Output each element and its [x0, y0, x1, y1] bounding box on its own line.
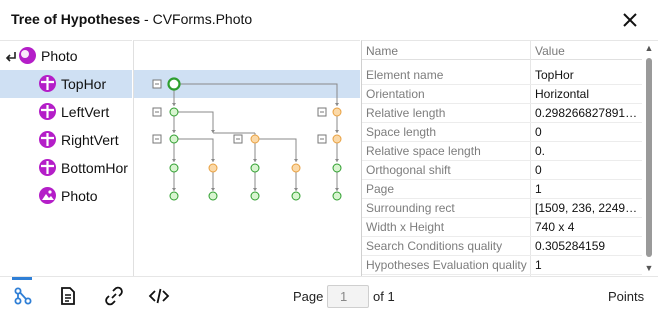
title-bar: Tree of Hypotheses - CVForms.Photo [0, 0, 658, 40]
scrollbar-thumb[interactable] [646, 58, 652, 257]
page-label: Page [293, 289, 324, 304]
property-value[interactable]: [1509, 236, 2249, 2... [535, 201, 639, 215]
photo-root-icon [19, 47, 36, 64]
property-value[interactable]: 0.29826682789197... [535, 106, 639, 120]
property-name: Space length [366, 125, 437, 139]
property-row[interactable]: Element name TopHor [362, 66, 642, 85]
bottom-toolbar: Page of 1 Points [0, 276, 658, 315]
properties-header: Name Value [362, 41, 642, 60]
property-row[interactable]: Relative length 0.29826682789197... [362, 104, 642, 123]
property-name: Orthogonal shift [366, 163, 451, 177]
points-button[interactable]: Points [608, 289, 644, 304]
property-value[interactable]: TopHor [535, 68, 639, 82]
tree-item-rightvert[interactable]: RightVert [0, 126, 132, 154]
property-name: Orientation [366, 87, 425, 101]
hypotheses-tree[interactable]: Photo TopHor LeftVert RightVert BottomHo… [0, 40, 132, 276]
property-value[interactable]: 0 [535, 125, 639, 139]
tree-root-label: Photo [41, 48, 78, 64]
property-name: Relative length [366, 106, 446, 120]
property-name: Hypotheses Evaluation quality [366, 258, 527, 272]
page-number-input[interactable] [327, 285, 369, 308]
tree-item-leftvert[interactable]: LeftVert [0, 98, 132, 126]
property-value[interactable]: 0 [535, 163, 639, 177]
property-value[interactable]: 740 x 4 [535, 220, 639, 234]
tree-view-button[interactable] [12, 285, 34, 307]
active-tab-indicator [12, 277, 32, 280]
tree-item-bottomhor[interactable]: BottomHor [0, 154, 132, 182]
document-view-button[interactable] [57, 285, 79, 307]
property-row[interactable]: Relative space length 0. [362, 142, 642, 161]
property-value[interactable]: 1 [535, 182, 639, 196]
split-horizontal-icon [39, 131, 56, 148]
photo-icon [39, 187, 56, 204]
split-horizontal-icon [39, 103, 56, 120]
tree-root-photo[interactable]: Photo [0, 42, 132, 70]
tree-icon [14, 287, 32, 305]
property-name: Page [366, 182, 395, 196]
tree-item-label: RightVert [61, 132, 119, 148]
property-row[interactable]: Surrounding rect [1509, 236, 2249, 2... [362, 199, 642, 218]
page-count-label: of 1 [373, 289, 395, 304]
scroll-down-icon[interactable]: ▼ [642, 261, 656, 275]
tree-item-photo[interactable]: Photo [0, 182, 132, 210]
code-icon [148, 288, 170, 304]
property-value[interactable]: Horizontal [535, 87, 639, 101]
link-icon [105, 286, 123, 306]
tree-item-tophor[interactable]: TopHor [0, 70, 132, 98]
property-name: Relative space length [366, 144, 481, 158]
property-row[interactable]: Orientation Horizontal [362, 85, 642, 104]
property-row[interactable]: Search Conditions quality 0.305284159 [362, 237, 642, 256]
property-row[interactable]: Hypotheses Evaluation quality 1 [362, 256, 642, 275]
tree-item-label: Photo [61, 188, 98, 204]
hypotheses-graph[interactable]: ◀ ▶ [133, 40, 360, 276]
document-icon [61, 287, 75, 305]
property-row[interactable]: Page 1 [362, 180, 642, 199]
scroll-up-icon[interactable]: ▲ [642, 41, 656, 55]
header-value: Value [535, 44, 565, 58]
window-title-main: Tree of Hypotheses [11, 11, 141, 27]
link-button[interactable] [103, 285, 125, 307]
properties-vertical-scrollbar[interactable]: ▲ ▼ [642, 41, 656, 276]
header-name: Name [366, 44, 399, 58]
close-button[interactable] [616, 6, 644, 34]
property-row[interactable]: Space length 0 [362, 123, 642, 142]
tree-item-label: BottomHor [61, 160, 128, 176]
property-value[interactable]: 0. [535, 144, 639, 158]
close-icon [623, 13, 637, 27]
property-name: Element name [366, 68, 444, 82]
window-title: Tree of Hypotheses - CVForms.Photo [11, 11, 252, 27]
property-row[interactable]: Width x Height 740 x 4 [362, 218, 642, 237]
split-horizontal-icon [39, 75, 56, 92]
split-horizontal-icon [39, 159, 56, 176]
property-name: Surrounding rect [366, 201, 455, 215]
code-view-button[interactable] [148, 285, 170, 307]
property-name: Search Conditions quality [366, 239, 503, 253]
property-name: Width x Height [366, 220, 445, 234]
window-title-document: - CVForms.Photo [140, 11, 253, 27]
collapse-arrow-icon[interactable] [5, 50, 17, 62]
property-value[interactable]: 0.305284159 [535, 239, 639, 253]
property-row[interactable]: Orthogonal shift 0 [362, 161, 642, 180]
properties-grid[interactable]: Name Value Element name TopHor Orientatio… [361, 40, 658, 276]
graph-canvas[interactable] [134, 41, 360, 261]
tree-item-label: TopHor [61, 76, 107, 92]
property-value[interactable]: 1 [535, 258, 639, 272]
tree-item-label: LeftVert [61, 104, 110, 120]
